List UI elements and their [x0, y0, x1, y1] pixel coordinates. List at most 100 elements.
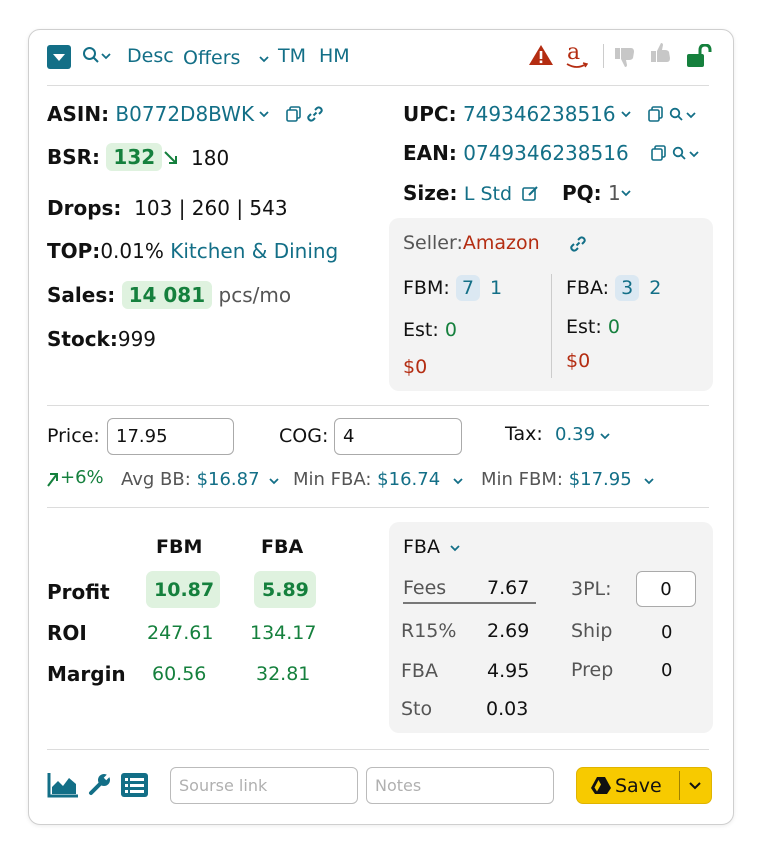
avg-bb-row: Avg BB: $16.87 — [121, 469, 260, 490]
fbm-count[interactable]: 7 — [455, 275, 480, 301]
row-label-roi: ROI — [47, 621, 87, 645]
profit-fba: 5.89 — [262, 579, 309, 601]
chevron-down-icon[interactable] — [620, 187, 632, 199]
col-header-fbm: FBM — [156, 536, 203, 558]
edit-icon[interactable] — [522, 185, 539, 201]
hm-link[interactable]: HM — [319, 45, 350, 67]
thumbs-up-icon[interactable] — [650, 42, 672, 64]
ean-value[interactable]: 0749346238516 — [463, 141, 628, 165]
ship-value: 0 — [661, 622, 673, 643]
r15-value: 2.69 — [487, 620, 530, 642]
copy-icon[interactable] — [286, 106, 301, 122]
wrench-icon[interactable] — [88, 772, 112, 796]
unlock-icon[interactable] — [686, 44, 712, 68]
chevron-down-icon[interactable] — [688, 148, 700, 160]
fbm-est-label: Est: — [403, 319, 439, 341]
upc-row: UPC: 749346238516 — [403, 102, 616, 126]
fees-value: 7.67 — [487, 577, 530, 599]
search-icon[interactable] — [672, 146, 686, 160]
top-label: TOP: — [47, 239, 101, 263]
link-icon[interactable] — [307, 106, 323, 122]
profit-fbm: 10.87 — [154, 579, 215, 601]
size-row: Size: L Std — [403, 181, 512, 205]
search-icon[interactable] — [669, 107, 683, 121]
warning-icon[interactable] — [528, 44, 554, 66]
bsr-prev: 180 — [191, 146, 230, 170]
fbm-offers-row: FBM: 7 1 — [403, 275, 502, 301]
chevron-down-icon[interactable] — [688, 780, 702, 792]
avg-bb-value[interactable]: $16.87 — [197, 469, 260, 490]
prep-value: 0 — [661, 660, 673, 681]
fba-count-2[interactable]: 2 — [649, 277, 661, 299]
chevron-down-icon[interactable] — [599, 430, 611, 442]
divider — [47, 405, 709, 406]
stock-value: 999 — [117, 327, 157, 351]
seller-name[interactable]: Amazon — [463, 232, 540, 254]
notes-input[interactable] — [366, 767, 554, 804]
upc-value[interactable]: 749346238516 — [463, 102, 616, 126]
drive-icon — [591, 777, 611, 794]
fba-fee-value: 4.95 — [487, 660, 530, 682]
sto-label: Sto — [401, 698, 433, 720]
price-input[interactable] — [107, 418, 234, 455]
size-value[interactable]: L Std — [464, 183, 512, 205]
fba-money: $0 — [566, 350, 591, 372]
sales-unit: pcs/mo — [218, 283, 292, 307]
fba-offers-row: FBA: 3 2 — [566, 275, 661, 301]
chevron-down-icon[interactable] — [268, 475, 280, 487]
chevron-down-icon[interactable] — [620, 108, 632, 120]
cog-label: COG: — [279, 425, 329, 447]
thumbs-down-icon[interactable] — [614, 46, 636, 68]
amazon-smile-icon — [566, 62, 588, 68]
drops-value: 103 | 260 | 543 — [134, 196, 288, 220]
top-category[interactable]: Kitchen & Dining — [170, 239, 338, 263]
chart-icon[interactable] — [47, 772, 79, 798]
fba-count[interactable]: 3 — [615, 275, 640, 301]
asin-row: ASIN: B0772D8BWK — [47, 102, 254, 126]
seller-row: Seller:Amazon — [403, 232, 540, 254]
tm-link[interactable]: TM — [278, 45, 306, 67]
row-label-profit: Profit — [47, 580, 110, 604]
offers-link[interactable]: Offers — [183, 47, 240, 69]
chevron-down-icon[interactable] — [452, 475, 464, 487]
copy-icon[interactable] — [651, 145, 666, 161]
min-fbm-value[interactable]: $17.95 — [569, 469, 632, 490]
chevron-down-icon[interactable] — [258, 53, 270, 65]
min-fba-value[interactable]: $16.74 — [377, 469, 440, 490]
desc-link[interactable]: Desc — [127, 45, 174, 67]
col-header-fba: FBA — [261, 536, 304, 558]
sales-row: Sales: 14 081 pcs/mo — [47, 281, 292, 309]
avg-bb-label: Avg BB: — [121, 469, 191, 490]
margin-fbm: 60.56 — [152, 663, 207, 685]
chevron-down-icon[interactable] — [258, 108, 270, 120]
tpl-label: 3PL: — [571, 578, 612, 600]
list-icon[interactable] — [121, 773, 148, 797]
search-menu[interactable] — [82, 45, 112, 67]
divider — [47, 85, 709, 86]
source-link-input[interactable] — [170, 767, 358, 804]
pq-value[interactable]: 1 — [608, 181, 621, 205]
chevron-down-icon[interactable] — [449, 542, 461, 554]
fbm-est-value: 0 — [444, 319, 457, 341]
size-label: Size: — [403, 181, 458, 205]
ship-label: Ship — [571, 620, 613, 642]
ean-row: EAN: 0749346238516 — [403, 141, 629, 165]
fba-est-label: Est: — [566, 316, 602, 338]
price-label: Price: — [47, 425, 100, 447]
trend-up-icon — [47, 473, 58, 487]
fbm-count-2[interactable]: 1 — [490, 277, 502, 299]
fees-mode[interactable]: FBA — [403, 536, 440, 558]
stock-row: Stock:999 — [47, 327, 156, 351]
bsr-row: BSR: 132 — [47, 143, 163, 171]
tax-value[interactable]: 0.39 — [555, 424, 595, 445]
dropdown-toggle-icon[interactable] — [47, 45, 71, 69]
save-label[interactable]: Save — [615, 775, 662, 797]
cog-input[interactable] — [334, 418, 462, 455]
link-icon[interactable] — [570, 236, 586, 252]
asin-value[interactable]: B0772D8BWK — [115, 102, 254, 126]
chevron-down-icon[interactable] — [685, 109, 697, 121]
copy-icon[interactable] — [648, 106, 663, 122]
chevron-down-icon[interactable] — [643, 475, 655, 487]
tpl-input[interactable] — [636, 571, 696, 607]
divider — [47, 507, 709, 508]
